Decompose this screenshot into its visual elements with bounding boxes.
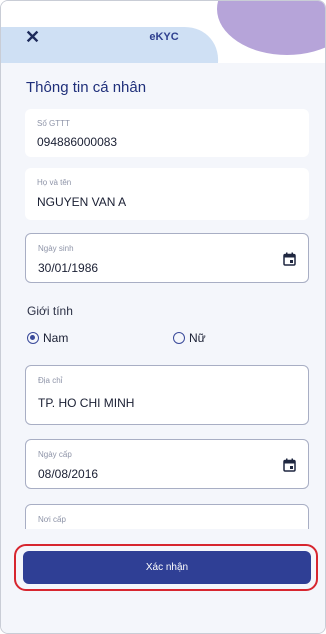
dob-label: Ngày sinh [38,244,74,253]
page-title: eKYC [149,31,179,43]
issue-date-value: 08/08/2016 [38,467,99,481]
header-blob-decoration [217,1,325,55]
gender-option-female[interactable]: Nữ [173,331,206,345]
radio-checked-icon [27,332,39,344]
gender-option-female-label: Nữ [189,331,206,345]
issue-date-label: Ngày cấp [38,450,72,459]
issue-place-label: Nơi cấp [38,515,66,524]
dob-value: 30/01/1986 [38,261,99,275]
section-title: Thông tin cá nhân [26,79,147,96]
gender-option-male-label: Nam [43,331,69,345]
address-value: TP. HO CHI MINH [38,396,135,410]
issue-date-field[interactable]: Ngày cấp 08/08/2016 [25,439,309,489]
phone-screen: ✕ eKYC Thông tin cá nhân Số GTTT 0948860… [0,0,326,634]
full-name-label: Họ và tên [37,178,72,187]
id-number-value: 094886000083 [37,135,118,149]
calendar-icon[interactable] [283,458,296,472]
full-name-field[interactable]: Họ và tên NGUYEN VAN A [25,168,309,220]
calendar-icon[interactable] [283,252,296,266]
id-number-field[interactable]: Số GTTT 094886000083 [25,109,309,157]
id-number-label: Số GTTT [37,119,70,128]
gender-option-male[interactable]: Nam [27,331,68,345]
gender-label: Giới tính [27,304,73,318]
dob-field[interactable]: Ngày sinh 30/01/1986 [25,233,309,283]
address-field[interactable]: Địa chỉ TP. HO CHI MINH [25,365,309,425]
confirm-button[interactable]: Xác nhận [23,551,311,584]
header: ✕ eKYC [1,1,325,63]
address-label: Địa chỉ [38,376,63,385]
full-name-value: NGUYEN VAN A [37,195,127,209]
radio-unchecked-icon [173,332,185,344]
